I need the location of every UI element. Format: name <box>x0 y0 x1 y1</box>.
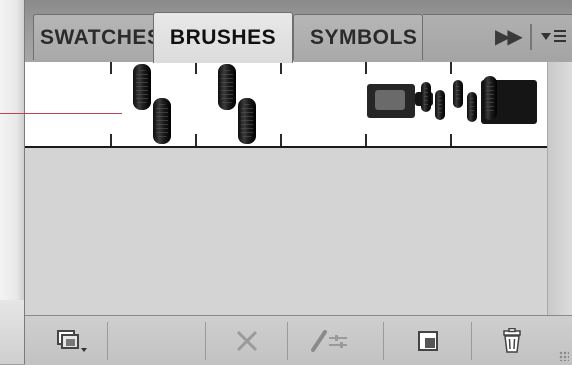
new-brush-icon <box>416 329 440 353</box>
tab-swatches[interactable]: SWATCHES <box>33 14 163 60</box>
brush-libraries-menu-icon <box>55 328 89 354</box>
options-of-selected-object-icon <box>307 328 351 354</box>
remove-brush-stroke-button[interactable] <box>205 322 287 360</box>
resize-grip[interactable] <box>559 351 569 361</box>
outer-background-bottom <box>0 300 24 364</box>
panel-bottom-toolbar <box>25 315 572 365</box>
brushes-panel: SWATCHES SYMBOLS BRUSHES ▶▶ <box>24 0 572 365</box>
panel-tab-bar: SWATCHES SYMBOLS BRUSHES ▶▶ <box>25 0 572 63</box>
brush-libraries-menu-button[interactable] <box>37 322 107 360</box>
new-brush-button[interactable] <box>383 322 471 360</box>
tab-bar-separator <box>530 24 532 50</box>
tab-brushes-label: BRUSHES <box>169 26 277 49</box>
tab-brushes[interactable]: BRUSHES <box>153 12 293 63</box>
delete-brush-icon <box>501 328 523 354</box>
tab-symbols[interactable]: SYMBOLS <box>293 14 423 60</box>
brush-preview-row[interactable] <box>25 62 547 148</box>
callout-pointer-line <box>0 113 122 114</box>
scrollbar[interactable] <box>547 62 572 315</box>
options-of-selected-object-button[interactable] <box>287 322 369 360</box>
panel-menu-icon[interactable] <box>541 22 571 50</box>
tab-swatches-label: SWATCHES <box>40 25 162 49</box>
remove-brush-stroke-icon <box>232 328 262 354</box>
tab-symbols-label: SYMBOLS <box>310 25 418 49</box>
fast-forward-icon[interactable]: ▶▶ <box>495 24 523 49</box>
toolbar-spacer <box>107 322 205 360</box>
brush-list-empty-area <box>25 148 547 315</box>
delete-brush-button[interactable] <box>471 322 551 360</box>
